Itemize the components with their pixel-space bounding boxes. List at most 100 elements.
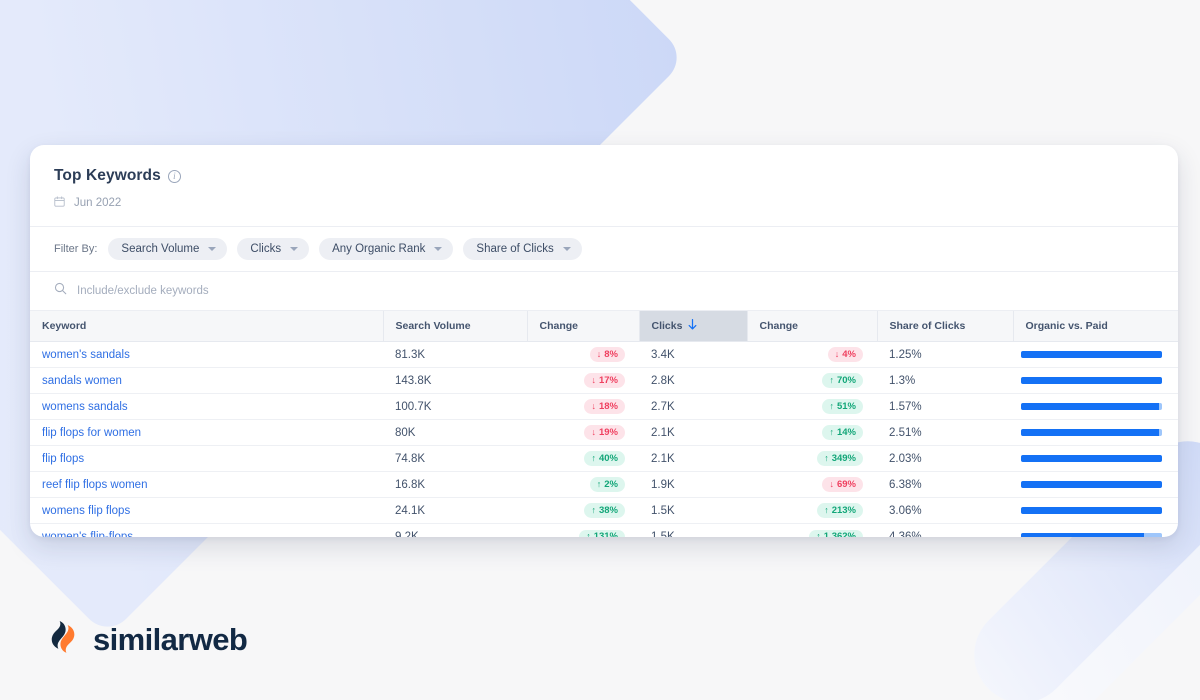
filter-share-of-clicks-label: Share of Clicks bbox=[476, 243, 553, 255]
cell-keyword[interactable]: womens flip flops bbox=[30, 498, 383, 524]
cell-keyword[interactable]: sandals women bbox=[30, 368, 383, 394]
change-badge: ↑14% bbox=[822, 425, 863, 440]
column-header-search-volume-change[interactable]: Change bbox=[527, 311, 639, 342]
table-row[interactable]: flip flops for women80K↓19%2.1K↑14%2.51% bbox=[30, 420, 1178, 446]
cell-clicks-change: ↓4% bbox=[747, 342, 877, 368]
table-row[interactable]: sandals women143.8K↓17%2.8K↑70%1.3% bbox=[30, 368, 1178, 394]
cell-share-of-clicks: 1.3% bbox=[877, 368, 1013, 394]
cell-keyword[interactable]: women's flip-flops bbox=[30, 524, 383, 538]
organic-segment bbox=[1021, 455, 1162, 462]
cell-organic-vs-paid bbox=[1013, 446, 1178, 472]
column-header-share-of-clicks[interactable]: Share of Clicks bbox=[877, 311, 1013, 342]
column-header-clicks-change[interactable]: Change bbox=[747, 311, 877, 342]
cell-share-of-clicks: 2.51% bbox=[877, 420, 1013, 446]
arrow-up-icon: ↑ bbox=[829, 428, 834, 437]
change-value: 69% bbox=[837, 480, 856, 490]
change-value: 40% bbox=[599, 454, 618, 464]
cell-organic-vs-paid bbox=[1013, 394, 1178, 420]
cell-organic-vs-paid bbox=[1013, 524, 1178, 538]
arrow-down-icon: ↓ bbox=[591, 402, 596, 411]
keyword-link[interactable]: reef flip flops women bbox=[42, 479, 147, 491]
similarweb-wordmark: similarweb bbox=[93, 622, 247, 658]
change-badge: ↑70% bbox=[822, 373, 863, 388]
change-value: 349% bbox=[832, 454, 856, 464]
cell-share-of-clicks: 1.25% bbox=[877, 342, 1013, 368]
column-header-clicks[interactable]: Clicks bbox=[639, 311, 747, 342]
filter-search-volume[interactable]: Search Volume bbox=[108, 238, 227, 260]
arrow-up-icon: ↑ bbox=[586, 532, 591, 537]
filter-organic-rank[interactable]: Any Organic Rank bbox=[319, 238, 453, 260]
column-header-search-volume[interactable]: Search Volume bbox=[383, 311, 527, 342]
date-range[interactable]: Jun 2022 bbox=[54, 194, 1154, 212]
arrow-up-icon: ↑ bbox=[597, 480, 602, 489]
organic-vs-paid-bar bbox=[1021, 507, 1162, 514]
cell-search-volume-change: ↑131% bbox=[527, 524, 639, 538]
cell-search-volume-change: ↑2% bbox=[527, 472, 639, 498]
page-title: Top Keywords bbox=[54, 167, 161, 185]
change-badge: ↓4% bbox=[828, 347, 863, 362]
column-header-organic-vs-paid[interactable]: Organic vs. Paid bbox=[1013, 311, 1178, 342]
keyword-link[interactable]: flip flops bbox=[42, 453, 84, 465]
cell-clicks-change: ↓69% bbox=[747, 472, 877, 498]
paid-segment bbox=[1159, 403, 1162, 410]
paid-segment bbox=[1144, 533, 1162, 537]
table-row[interactable]: womens flip flops24.1K↑38%1.5K↑213%3.06% bbox=[30, 498, 1178, 524]
filter-by-label: Filter By: bbox=[54, 243, 97, 255]
organic-segment bbox=[1021, 403, 1159, 410]
chevron-down-icon bbox=[434, 247, 442, 251]
cell-keyword[interactable]: flip flops for women bbox=[30, 420, 383, 446]
cell-clicks-change: ↑213% bbox=[747, 498, 877, 524]
cell-search-volume: 9.2K bbox=[383, 524, 527, 538]
table-header-row: Keyword Search Volume Change Clicks bbox=[30, 311, 1178, 342]
cell-clicks: 1.9K bbox=[639, 472, 747, 498]
table-row[interactable]: women's sandals81.3K↓8%3.4K↓4%1.25% bbox=[30, 342, 1178, 368]
filter-share-of-clicks[interactable]: Share of Clicks bbox=[463, 238, 581, 260]
cell-search-volume: 81.3K bbox=[383, 342, 527, 368]
table-row[interactable]: womens sandals100.7K↓18%2.7K↑51%1.57% bbox=[30, 394, 1178, 420]
keyword-link[interactable]: sandals women bbox=[42, 375, 122, 387]
arrow-up-icon: ↑ bbox=[591, 454, 596, 463]
keyword-link[interactable]: flip flops for women bbox=[42, 427, 141, 439]
column-header-keyword[interactable]: Keyword bbox=[30, 311, 383, 342]
similarweb-logo: similarweb bbox=[46, 620, 247, 659]
sort-descending-icon bbox=[688, 319, 697, 333]
organic-vs-paid-bar bbox=[1021, 351, 1162, 358]
search-input[interactable] bbox=[77, 285, 477, 297]
cell-search-volume-change: ↑40% bbox=[527, 446, 639, 472]
cell-keyword[interactable]: womens sandals bbox=[30, 394, 383, 420]
table-row[interactable]: women's flip-flops9.2K↑131%1.5K↑1,362%4.… bbox=[30, 524, 1178, 538]
cell-share-of-clicks: 2.03% bbox=[877, 446, 1013, 472]
cell-keyword[interactable]: women's sandals bbox=[30, 342, 383, 368]
change-value: 51% bbox=[837, 402, 856, 412]
filter-bar: Filter By: Search Volume Clicks Any Orga… bbox=[30, 227, 1178, 272]
cell-clicks-change: ↑70% bbox=[747, 368, 877, 394]
cell-share-of-clicks: 3.06% bbox=[877, 498, 1013, 524]
organic-segment bbox=[1021, 377, 1162, 384]
keyword-link[interactable]: womens sandals bbox=[42, 401, 128, 413]
arrow-up-icon: ↑ bbox=[591, 506, 596, 515]
change-value: 70% bbox=[837, 376, 856, 386]
info-icon[interactable]: i bbox=[168, 170, 181, 183]
arrow-up-icon: ↑ bbox=[816, 532, 821, 537]
table-row[interactable]: flip flops74.8K↑40%2.1K↑349%2.03% bbox=[30, 446, 1178, 472]
keywords-table-container: Keyword Search Volume Change Clicks bbox=[30, 311, 1178, 537]
cell-clicks-change: ↑349% bbox=[747, 446, 877, 472]
cell-keyword[interactable]: flip flops bbox=[30, 446, 383, 472]
cell-clicks: 1.5K bbox=[639, 524, 747, 538]
column-header-search-volume-label: Search Volume bbox=[396, 320, 471, 332]
title-row: Top Keywords i bbox=[54, 167, 1154, 185]
cell-search-volume-change: ↓17% bbox=[527, 368, 639, 394]
chevron-down-icon bbox=[563, 247, 571, 251]
keyword-link[interactable]: womens flip flops bbox=[42, 505, 130, 517]
keyword-link[interactable]: women's sandals bbox=[42, 349, 130, 361]
cell-keyword[interactable]: reef flip flops women bbox=[30, 472, 383, 498]
arrow-up-icon: ↑ bbox=[824, 454, 829, 463]
table-row[interactable]: reef flip flops women16.8K↑2%1.9K↓69%6.3… bbox=[30, 472, 1178, 498]
filter-clicks[interactable]: Clicks bbox=[237, 238, 309, 260]
keyword-link[interactable]: women's flip-flops bbox=[42, 531, 133, 537]
cell-clicks: 2.1K bbox=[639, 446, 747, 472]
organic-segment bbox=[1021, 481, 1162, 488]
calendar-icon bbox=[54, 194, 65, 212]
cell-share-of-clicks: 4.36% bbox=[877, 524, 1013, 538]
card-header: Top Keywords i Jun 2022 bbox=[30, 145, 1178, 227]
